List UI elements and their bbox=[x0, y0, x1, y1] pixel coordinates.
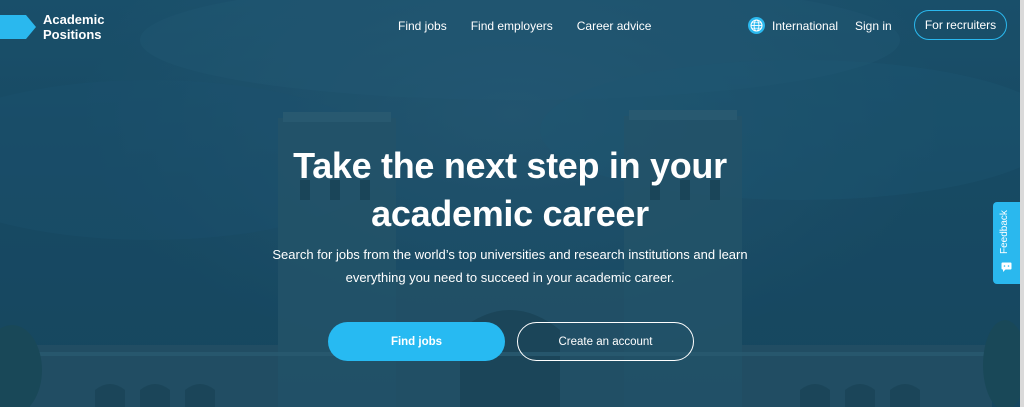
nav-link-find-employers[interactable]: Find employers bbox=[471, 19, 553, 33]
hero-subtitle-line-2: everything you need to succeed in your a… bbox=[345, 270, 675, 285]
globe-icon bbox=[748, 17, 765, 34]
feedback-label: Feedback bbox=[999, 210, 1010, 254]
site-logo[interactable]: Academic Positions bbox=[0, 12, 123, 42]
for-recruiters-button[interactable]: For recruiters bbox=[914, 10, 1007, 40]
region-label: International bbox=[772, 18, 839, 33]
top-navigation: Academic Positions Find jobs Find employ… bbox=[0, 0, 1020, 52]
nav-link-career-advice[interactable]: Career advice bbox=[577, 19, 652, 33]
logo-mark-icon bbox=[0, 15, 36, 39]
page-scrollbar[interactable] bbox=[1020, 0, 1024, 407]
feedback-tab[interactable]: Feedback bbox=[993, 202, 1020, 284]
feedback-icon bbox=[1001, 262, 1012, 272]
nav-link-find-jobs[interactable]: Find jobs bbox=[398, 19, 447, 33]
hero-title: Take the next step in your academic care… bbox=[0, 142, 1020, 238]
hero-title-line-2: academic career bbox=[371, 193, 649, 234]
find-jobs-button[interactable]: Find jobs bbox=[328, 322, 505, 361]
logo-line-2: Positions bbox=[43, 27, 102, 42]
logo-wordmark: Academic Positions bbox=[43, 12, 123, 42]
logo-line-1: Academic bbox=[43, 12, 105, 27]
sign-in-link[interactable]: Sign in bbox=[855, 19, 892, 33]
hero-subtitle-line-1: Search for jobs from the world’s top uni… bbox=[272, 247, 748, 262]
hero-subtitle: Search for jobs from the world’s top uni… bbox=[250, 243, 770, 289]
main-nav-links: Find jobs Find employers Career advice bbox=[398, 19, 651, 33]
create-account-button[interactable]: Create an account bbox=[517, 322, 694, 361]
region-selector[interactable]: International bbox=[748, 17, 838, 34]
hero-title-line-1: Take the next step in your bbox=[293, 145, 727, 186]
